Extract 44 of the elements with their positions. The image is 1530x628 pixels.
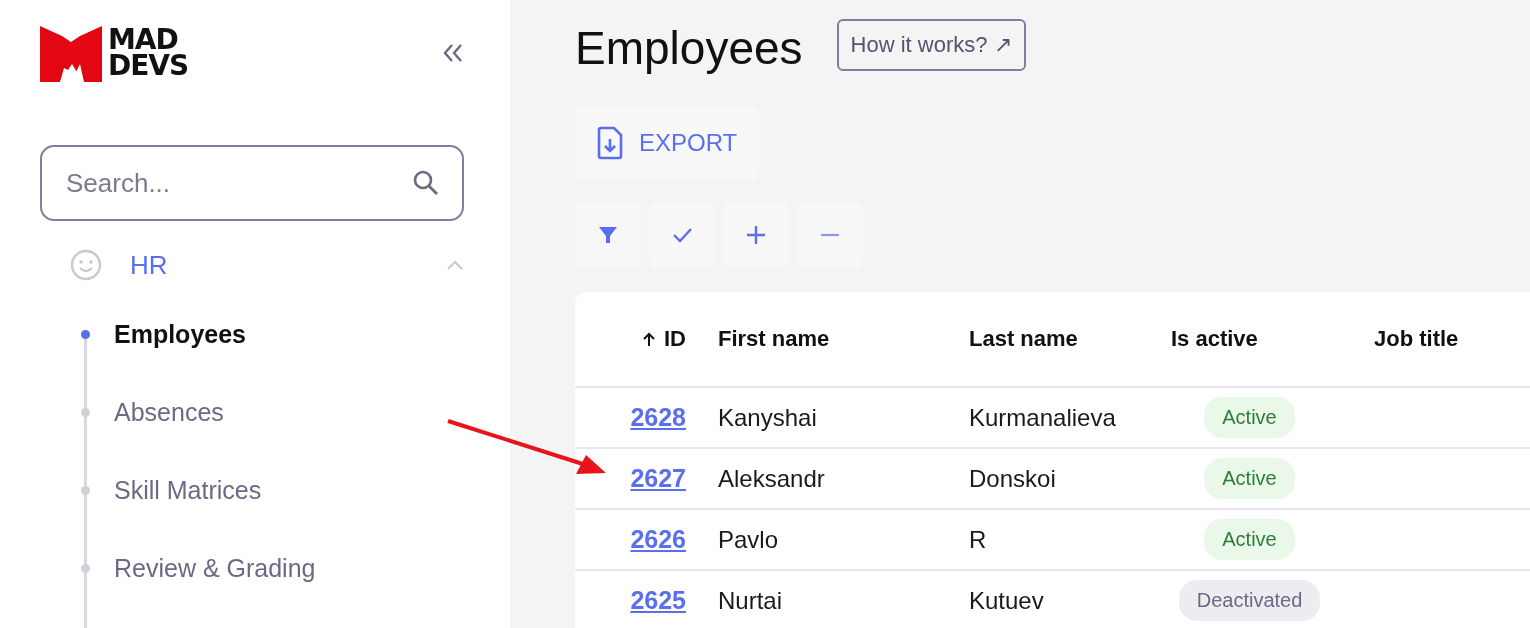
search-field[interactable]: Search... — [40, 145, 464, 221]
nav-item[interactable]: Employees — [114, 319, 246, 349]
id-link[interactable]: 2625 — [630, 586, 686, 615]
column-header[interactable]: First name — [718, 326, 830, 351]
column-header[interactable]: Job title — [1374, 326, 1459, 351]
column-header[interactable]: Is active — [1171, 326, 1258, 352]
logo-mark-icon — [40, 24, 102, 82]
collapse-icon[interactable] — [442, 43, 464, 63]
table-cell-text: Kurmanalieva — [968, 403, 1117, 432]
minus-button[interactable] — [797, 202, 863, 268]
minus-icon — [820, 233, 840, 237]
logo-text: MAD — [108, 27, 178, 53]
id-link[interactable]: 2628 — [630, 403, 686, 432]
column-header[interactable]: ID — [664, 326, 686, 352]
nav-item[interactable]: Review & Grading — [114, 553, 316, 583]
nav-group[interactable]: HR — [130, 249, 446, 281]
logo-text: DEVS — [108, 53, 189, 79]
column-header[interactable]: Last name — [969, 326, 1078, 351]
table-cell-text: Kanyshai — [717, 403, 818, 432]
table-cell-text: Pavlo — [717, 525, 780, 554]
plus-icon — [744, 223, 768, 247]
table-cell-text: Nurtai — [717, 586, 784, 615]
search-icon — [412, 169, 440, 197]
status-badge: Active — [1204, 519, 1295, 560]
file-download-icon — [597, 126, 623, 160]
page-title: Employees — [575, 21, 803, 75]
status-badge: Active — [1204, 397, 1295, 438]
smiley-icon — [70, 249, 102, 281]
help-link-button[interactable]: How it works? ↗ — [836, 19, 1026, 71]
status-badge: Deactivated — [1178, 580, 1321, 621]
check-button[interactable] — [649, 202, 715, 268]
nav-item[interactable]: Absences — [114, 397, 224, 427]
table-cell-text: Aleksandr — [717, 464, 826, 493]
export-button[interactable]: EXPORT — [575, 106, 760, 180]
table-cell-text: Kutuev — [968, 586, 1045, 615]
nav-item[interactable]: Skill Matrices — [114, 475, 262, 505]
status-badge: Active — [1204, 458, 1295, 499]
caret-icon[interactable] — [446, 259, 464, 271]
id-link[interactable]: 2626 — [630, 525, 686, 554]
table-cell-text: R — [968, 525, 988, 554]
id-link[interactable]: 2627 — [630, 464, 686, 493]
filter-button[interactable] — [575, 202, 641, 268]
table-cell-text: Donskoi — [968, 464, 1057, 493]
plus-button[interactable] — [723, 202, 789, 268]
